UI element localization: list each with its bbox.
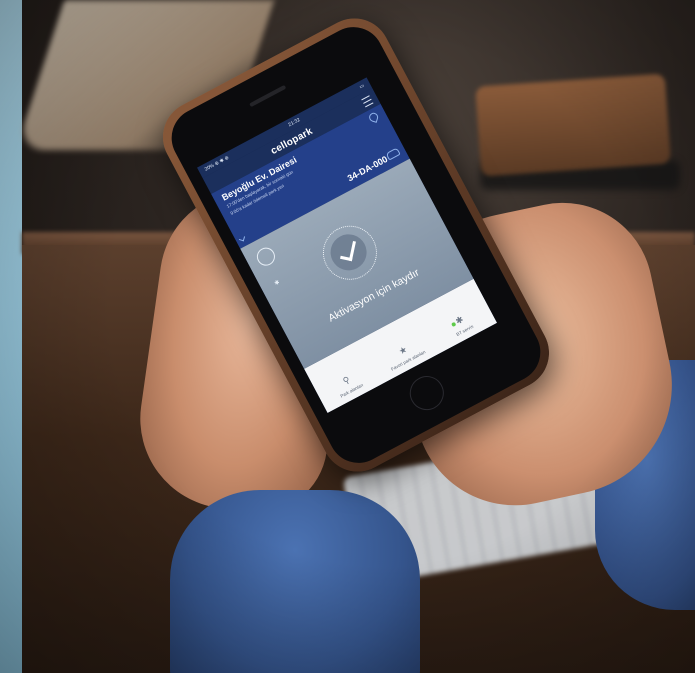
car-icon[interactable] xyxy=(385,147,401,161)
star-icon: ★ xyxy=(397,343,409,357)
left-blue-strip xyxy=(0,0,22,673)
photo-scene: 20% ⊕ ✱ ⊕ 21:32 ▭ cellopark Beyoğlu Ev. … xyxy=(0,0,695,673)
chevron-down-icon[interactable] xyxy=(238,235,246,242)
parking-icon: ⚲ xyxy=(341,374,352,387)
battery-icon: ▭ xyxy=(358,82,366,91)
bluetooth-icon: ✱ xyxy=(451,314,466,328)
blurred-wood-block xyxy=(475,73,671,177)
bluetooth-small-icon: ✱ xyxy=(273,279,281,288)
parking-badge-icon xyxy=(253,244,279,269)
hamburger-menu-icon[interactable] xyxy=(361,95,374,108)
left-sleeve xyxy=(170,490,420,673)
bt-active-dot xyxy=(451,321,457,328)
checkmark-icon xyxy=(340,239,356,262)
